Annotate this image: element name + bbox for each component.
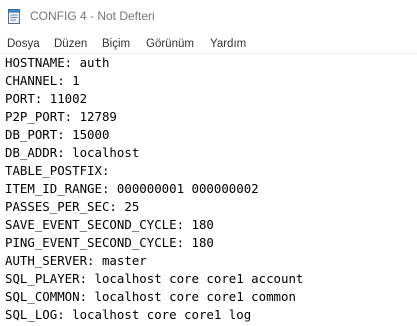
text-line: CHANNEL: 1 xyxy=(5,73,80,88)
text-line: SQL_COMMON: localhost core core1 common xyxy=(5,289,296,304)
text-line: PASSES_PER_SEC: 25 xyxy=(5,199,140,214)
text-line: ITEM_ID_RANGE: 000000001 000000002 xyxy=(5,181,259,196)
text-line: SQL_LOG: localhost core core1 log xyxy=(5,307,252,322)
menu-duzen[interactable]: Düzen xyxy=(54,37,87,51)
text-line: SAVE_EVENT_SECOND_CYCLE: 180 xyxy=(5,217,214,232)
text-line: HOSTNAME: auth xyxy=(5,55,110,70)
menu-gorunum[interactable]: Görünüm xyxy=(146,37,194,51)
menu-bar: Dosya Düzen Biçim Görünüm Yardım xyxy=(0,32,417,54)
menu-bicim[interactable]: Biçim xyxy=(102,37,130,51)
text-line: AUTH_SERVER: master xyxy=(5,253,147,268)
text-line: SQL_PLAYER: localhost core core1 account xyxy=(5,271,304,286)
text-line: DB_ADDR: localhost xyxy=(5,145,140,160)
text-line: PORT: 11002 xyxy=(5,91,88,106)
text-line: DB_PORT: 15000 xyxy=(5,127,110,142)
window-title: CONFIG 4 - Not Defteri xyxy=(30,9,155,23)
menu-yardim[interactable]: Yardım xyxy=(210,37,246,51)
title-bar[interactable]: CONFIG 4 - Not Defteri xyxy=(0,0,417,32)
text-line: TABLE_POSTFIX: xyxy=(5,163,110,178)
menu-dosya[interactable]: Dosya xyxy=(7,37,40,51)
notepad-window: CONFIG 4 - Not Defteri Dosya Düzen Biçim… xyxy=(0,0,417,326)
text-line: PING_EVENT_SECOND_CYCLE: 180 xyxy=(5,235,214,250)
text-editor-area[interactable]: HOSTNAME: auth CHANNEL: 1 PORT: 11002 P2… xyxy=(0,54,417,326)
notepad-icon[interactable] xyxy=(7,9,21,24)
text-line: P2P_PORT: 12789 xyxy=(5,109,117,124)
